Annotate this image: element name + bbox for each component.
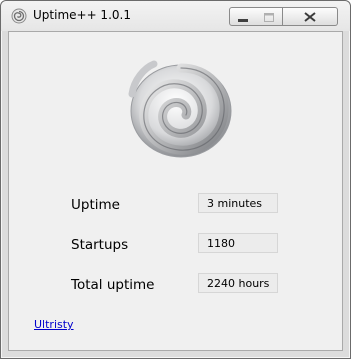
- uptime-label: Uptime: [71, 197, 120, 213]
- ultristy-link[interactable]: Ultristy: [34, 318, 74, 331]
- maximize-icon: [264, 7, 274, 26]
- total-uptime-value: 2240 hours: [198, 273, 278, 293]
- maximize-button[interactable]: [256, 7, 283, 26]
- window-title: Uptime++ 1.0.1: [33, 8, 131, 22]
- minimize-button[interactable]: [229, 7, 257, 26]
- startups-label: Startups: [71, 237, 129, 253]
- title-bar[interactable]: Uptime++ 1.0.1: [1, 1, 350, 31]
- close-button[interactable]: [283, 7, 338, 26]
- minimize-icon: [238, 7, 248, 26]
- app-swirl-icon: [11, 8, 27, 24]
- close-icon: [304, 7, 316, 26]
- swirl-logo-icon: [124, 54, 236, 162]
- app-window: Uptime++ 1.0.1 Uptime 3 minutes Startups…: [0, 0, 351, 359]
- client-area: Uptime 3 minutes Startups 1180 Total upt…: [8, 31, 343, 351]
- total-uptime-label: Total uptime: [71, 277, 155, 293]
- uptime-value: 3 minutes: [198, 193, 278, 213]
- startups-value: 1180: [198, 233, 278, 253]
